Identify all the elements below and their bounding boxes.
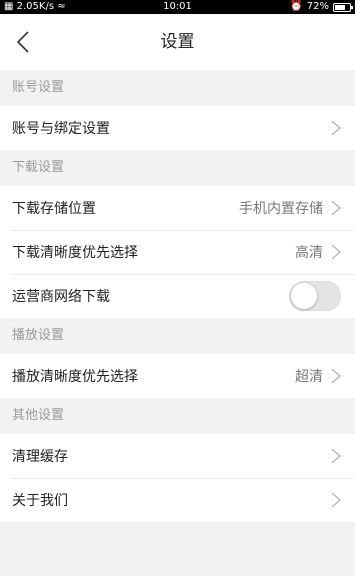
battery-percent: 72% [306,1,329,12]
row-label: 下载存储位置 [12,201,96,217]
row-label: 播放清晰度优先选择 [12,369,138,385]
row-label: 下载清晰度优先选择 [12,245,138,261]
status-bar: ▦ 2.05K/s ≈ 10:01 ⏰ 72% [0,0,355,14]
chevron-right-icon [331,448,341,464]
chevron-right-icon [331,492,341,508]
back-button[interactable] [8,24,38,60]
about-us-row[interactable]: 关于我们 [0,478,355,522]
carrier-download-row: 运营商网络下载 [0,274,355,318]
status-right: ⏰ 72% [290,0,353,14]
row-value: 高清 [295,245,323,261]
playback-quality-row[interactable]: 播放清晰度优先选择 超清 [0,354,355,398]
settings-list: 账号设置 账号与绑定设置 下载设置 下载存储位置 手机内置存储 下载清晰度优先选… [0,70,355,522]
row-value: 手机内置存储 [239,201,323,217]
alarm-icon: ⏰ [290,1,303,12]
battery-icon [333,2,353,12]
row-label: 运营商网络下载 [12,289,110,305]
clear-cache-row[interactable]: 清理缓存 [0,434,355,478]
row-value: 超清 [295,369,323,385]
row-label: 关于我们 [12,493,68,509]
account-binding-row[interactable]: 账号与绑定设置 [0,106,355,150]
page-title: 设置 [160,32,195,52]
row-label: 账号与绑定设置 [12,121,110,137]
chevron-left-icon [17,31,29,53]
chevron-right-icon [331,244,341,260]
download-quality-row[interactable]: 下载清晰度优先选择 高清 [0,230,355,274]
section-header-other: 其他设置 [0,398,355,434]
section-header-playback: 播放设置 [0,318,355,354]
chevron-right-icon [331,368,341,384]
carrier-download-toggle[interactable] [289,281,341,311]
navigation-bar: 设置 [0,14,355,70]
chevron-right-icon [331,200,341,216]
section-header-download: 下载设置 [0,150,355,186]
download-storage-row[interactable]: 下载存储位置 手机内置存储 [0,186,355,230]
section-header-account: 账号设置 [0,70,355,106]
toggle-knob [291,283,317,309]
row-label: 清理缓存 [12,449,68,465]
chevron-right-icon [331,120,341,136]
